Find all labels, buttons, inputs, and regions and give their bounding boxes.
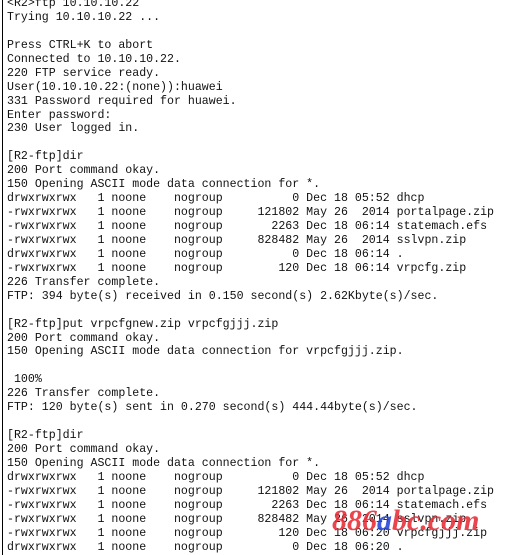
terminal-line: -rwxrwxrwx 1 noone nogroup 121802 May 26… [7,206,495,220]
terminal-line: [R2-ftp]dir [7,429,84,443]
terminal-line: 200 Port command okay. [7,164,161,178]
terminal-line: drwxrwxrwx 1 noone nogroup 0 Dec 18 06:1… [7,247,404,261]
terminal-line: drwxrwxrwx 1 noone nogroup 0 Dec 18 05:5… [7,470,425,484]
terminal-line: [R2-ftp]put vrpcfgnew.zip vrpcfgjjj.zip [7,317,279,331]
terminal-line: 100% [7,373,42,387]
terminal-line: 220 FTP service ready. [7,66,161,80]
terminal-line: Enter password: [7,108,112,122]
terminal-line: <R2>ftp 10.10.10.22 [7,0,140,10]
terminal-line: 226 Transfer complete. [7,275,161,289]
terminal-line: 150 Opening ASCII mode data connection f… [7,345,404,359]
terminal-line: -rwxrwxrwx 1 noone nogroup 828482 May 26… [7,233,467,247]
terminal-line: 150 Opening ASCII mode data connection f… [7,178,321,192]
terminal-line: -rwxrwxrwx 1 noone nogroup 120 Dec 18 06… [7,261,467,275]
terminal-line: FTP: 394 byte(s) received in 0.150 secon… [7,289,439,303]
watermark-part: bc.com [392,504,480,537]
terminal-output[interactable]: <R2>ftp 10.10.10.22 Trying 10.10.10.22 ..… [2,0,503,555]
terminal-line: -rwxrwxrwx 1 noone nogroup 121802 May 26… [7,484,495,498]
terminal-line: Press CTRL+K to abort [7,38,154,52]
terminal-line: [R2-ftp]dir [7,150,84,164]
terminal-line: -rwxrwxrwx 1 noone nogroup 2263 Dec 18 0… [7,220,488,233]
terminal-line: 331 Password required for huawei. [7,94,237,108]
terminal-line: 150 Opening ASCII mode data connection f… [7,456,321,470]
watermark-part: a [377,504,392,537]
terminal-line: 230 User logged in. [7,122,140,136]
watermark-part: 886 [332,504,377,537]
terminal-line: drwxrwxrwx 1 noone nogroup 0 Dec 18 05:5… [7,192,425,206]
terminal-line: Trying 10.10.10.22 ... [7,10,161,24]
terminal-line: 200 Port command okay. [7,331,161,345]
terminal-line: 200 Port command okay. [7,443,161,456]
terminal-line: Connected to 10.10.10.22. [7,52,181,66]
terminal-line: FTP: 120 byte(s) sent in 0.270 second(s)… [7,401,418,415]
watermark-logo: 886abc.com [332,504,479,538]
terminal-line: User(10.10.10.22:(none)):huawei [7,80,223,94]
terminal-line: 226 Transfer complete. [7,387,161,401]
